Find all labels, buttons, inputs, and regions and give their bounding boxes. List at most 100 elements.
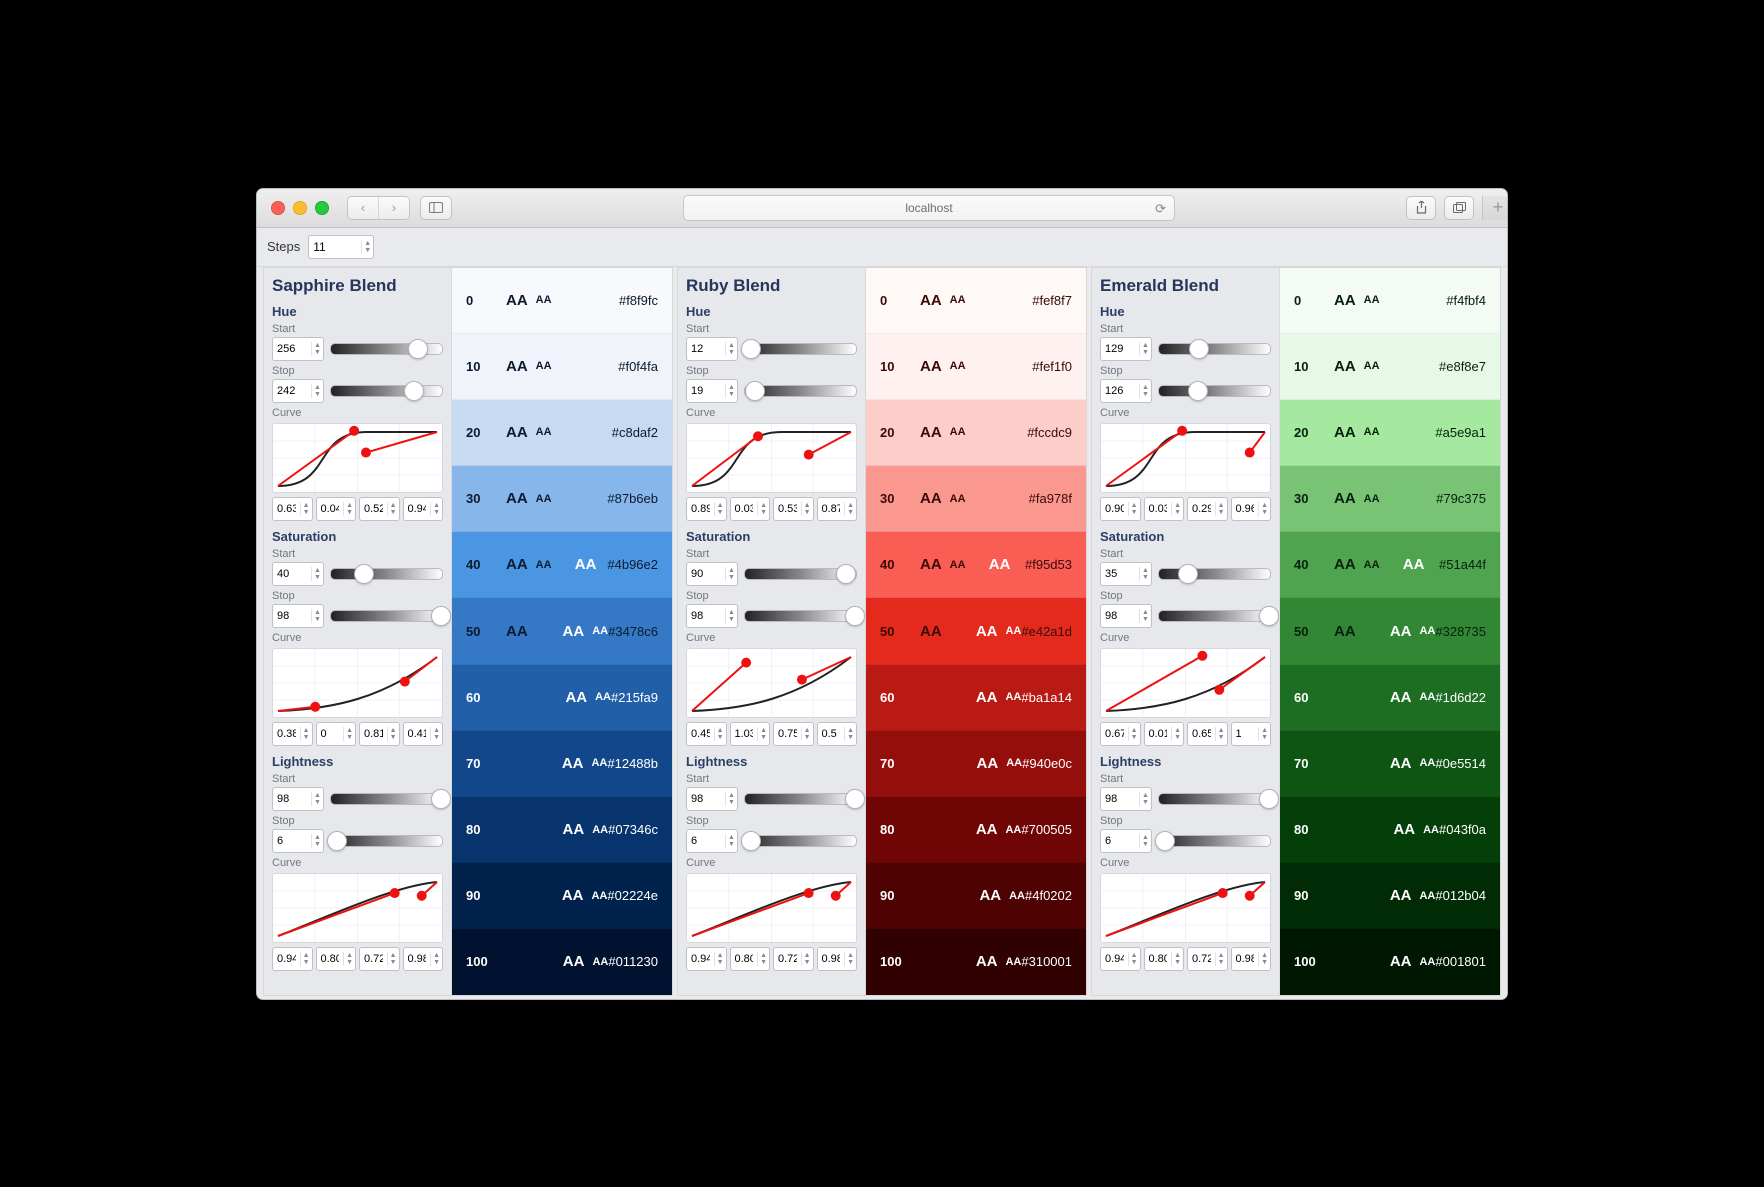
- swatch-row[interactable]: 10 AAAA #f0f4fa: [452, 334, 672, 400]
- hue-stop-stepper[interactable]: ▲▼: [686, 379, 738, 403]
- saturation-curve-p3[interactable]: ▲▼: [403, 722, 444, 746]
- slider-thumb[interactable]: [431, 606, 451, 626]
- lightness-stop-stepper-input[interactable]: [273, 835, 311, 847]
- lightness-start-slider[interactable]: [330, 788, 443, 810]
- swatch-row[interactable]: 60 AA AA #1d6d22: [1280, 665, 1500, 731]
- swatch-row[interactable]: 80 AA AA #700505: [866, 797, 1086, 863]
- stepper-arrows[interactable]: ▲▼: [725, 609, 737, 623]
- lightness-curve-editor[interactable]: [1100, 873, 1271, 943]
- lightness-start-stepper[interactable]: ▲▼: [1100, 787, 1152, 811]
- curve-handle[interactable]: [831, 890, 841, 900]
- curve-handle[interactable]: [804, 449, 814, 459]
- stepper-arrows[interactable]: ▲▼: [1215, 952, 1227, 966]
- saturation-start-slider[interactable]: [1158, 563, 1271, 585]
- hue-start-slider[interactable]: [330, 338, 443, 360]
- saturation-curve-p3-input[interactable]: [818, 728, 845, 740]
- hue-curve-p1-input[interactable]: [1145, 503, 1172, 515]
- lightness-stop-stepper[interactable]: ▲▼: [1100, 829, 1152, 853]
- saturation-start-stepper-input[interactable]: [1101, 568, 1139, 580]
- saturation-curve-editor[interactable]: [1100, 648, 1271, 718]
- lightness-curve-p2-input[interactable]: [1188, 953, 1215, 965]
- hue-stop-stepper-input[interactable]: [273, 385, 311, 397]
- swatch-row[interactable]: 0 AAAA #f8f9fc: [452, 268, 672, 334]
- minimize-icon[interactable]: [293, 201, 307, 215]
- curve-handle[interactable]: [797, 674, 807, 684]
- hue-curve-p3[interactable]: ▲▼: [1231, 497, 1272, 521]
- saturation-curve-p0[interactable]: ▲▼: [686, 722, 727, 746]
- reload-icon[interactable]: ⟳: [1155, 201, 1166, 217]
- lightness-curve-p0[interactable]: ▲▼: [1100, 947, 1141, 971]
- stepper-arrows[interactable]: ▲▼: [714, 952, 726, 966]
- lightness-curve-p1-input[interactable]: [731, 953, 758, 965]
- lightness-start-stepper[interactable]: ▲▼: [272, 787, 324, 811]
- curve-handle[interactable]: [400, 676, 410, 686]
- curve-handle[interactable]: [804, 888, 814, 898]
- stepper-arrows[interactable]: ▲▼: [343, 502, 355, 516]
- stepper-arrows[interactable]: ▲▼: [725, 834, 737, 848]
- swatch-row[interactable]: 100 AA AA #310001: [866, 929, 1086, 994]
- slider-thumb[interactable]: [1155, 831, 1175, 851]
- slider-thumb[interactable]: [845, 606, 865, 626]
- stepper-arrows[interactable]: ▲▼: [300, 727, 312, 741]
- saturation-curve-p0[interactable]: ▲▼: [272, 722, 313, 746]
- hue-start-stepper[interactable]: ▲▼: [1100, 337, 1152, 361]
- hue-curve-p2-input[interactable]: [360, 503, 387, 515]
- slider-thumb[interactable]: [836, 564, 856, 584]
- stepper-arrows[interactable]: ▲▼: [1258, 502, 1270, 516]
- swatch-row[interactable]: 70 AA AA #12488b: [452, 731, 672, 797]
- swatch-row[interactable]: 0 AAAA #fef8f7: [866, 268, 1086, 334]
- swatch-row[interactable]: 60 AA AA #215fa9: [452, 665, 672, 731]
- saturation-stop-slider[interactable]: [744, 605, 857, 627]
- stepper-arrows[interactable]: ▲▼: [757, 727, 769, 741]
- hue-curve-p1-input[interactable]: [317, 503, 344, 515]
- hue-curve-p1[interactable]: ▲▼: [316, 497, 357, 521]
- stepper-arrows[interactable]: ▲▼: [1215, 727, 1227, 741]
- swatch-row[interactable]: 80 AA AA #043f0a: [1280, 797, 1500, 863]
- hue-stop-stepper[interactable]: ▲▼: [1100, 379, 1152, 403]
- hue-curve-p1-input[interactable]: [731, 503, 758, 515]
- swatch-row[interactable]: 20 AAAA #a5e9a1: [1280, 400, 1500, 466]
- curve-handle[interactable]: [310, 701, 320, 711]
- hue-curve-p0-input[interactable]: [1101, 503, 1128, 515]
- swatch-row[interactable]: 10 AAAA #e8f8e7: [1280, 334, 1500, 400]
- saturation-curve-p2[interactable]: ▲▼: [1187, 722, 1228, 746]
- swatch-row[interactable]: 20 AAAA #c8daf2: [452, 400, 672, 466]
- stepper-arrows[interactable]: ▲▼: [1139, 567, 1151, 581]
- swatch-row[interactable]: 90 AA AA #4f0202: [866, 863, 1086, 929]
- saturation-curve-p1-input[interactable]: [1145, 728, 1172, 740]
- hue-start-slider[interactable]: [744, 338, 857, 360]
- lightness-curve-p1[interactable]: ▲▼: [1144, 947, 1185, 971]
- curve-handle[interactable]: [390, 888, 400, 898]
- saturation-start-slider[interactable]: [744, 563, 857, 585]
- swatch-row[interactable]: 60 AA AA #ba1a14: [866, 665, 1086, 731]
- swatch-row[interactable]: 0 AAAA #f4fbf4: [1280, 268, 1500, 334]
- url-field[interactable]: localhost ⟳: [683, 195, 1175, 221]
- saturation-curve-p1-input[interactable]: [731, 728, 758, 740]
- hue-curve-p3-input[interactable]: [818, 503, 845, 515]
- swatch-row[interactable]: 80 AA AA #07346c: [452, 797, 672, 863]
- lightness-stop-stepper[interactable]: ▲▼: [272, 829, 324, 853]
- stepper-arrows[interactable]: ▲▼: [714, 502, 726, 516]
- stepper-arrows[interactable]: ▲▼: [757, 952, 769, 966]
- stepper-arrows[interactable]: ▲▼: [1171, 952, 1183, 966]
- lightness-curve-p1-input[interactable]: [317, 953, 344, 965]
- hue-start-slider[interactable]: [1158, 338, 1271, 360]
- lightness-start-stepper-input[interactable]: [687, 793, 725, 805]
- stepper-arrows[interactable]: ▲▼: [300, 952, 312, 966]
- saturation-curve-p3[interactable]: ▲▼: [1231, 722, 1272, 746]
- lightness-curve-p2-input[interactable]: [774, 953, 801, 965]
- saturation-stop-stepper-input[interactable]: [273, 610, 311, 622]
- lightness-start-slider[interactable]: [1158, 788, 1271, 810]
- tabs-button[interactable]: [1444, 196, 1474, 220]
- stepper-arrows[interactable]: ▲▼: [801, 952, 813, 966]
- hue-stop-slider[interactable]: [330, 380, 443, 402]
- lightness-curve-p3-input[interactable]: [1232, 953, 1259, 965]
- lightness-stop-slider[interactable]: [744, 830, 857, 852]
- swatch-row[interactable]: 40 AA AA AA #51a44f: [1280, 532, 1500, 598]
- lightness-curve-p0-input[interactable]: [273, 953, 300, 965]
- stepper-arrows[interactable]: ▲▼: [801, 502, 813, 516]
- saturation-curve-p2-input[interactable]: [774, 728, 801, 740]
- stepper-arrows[interactable]: ▲▼: [844, 502, 856, 516]
- hue-start-stepper-input[interactable]: [1101, 343, 1139, 355]
- stepper-arrows[interactable]: ▲▼: [1128, 952, 1140, 966]
